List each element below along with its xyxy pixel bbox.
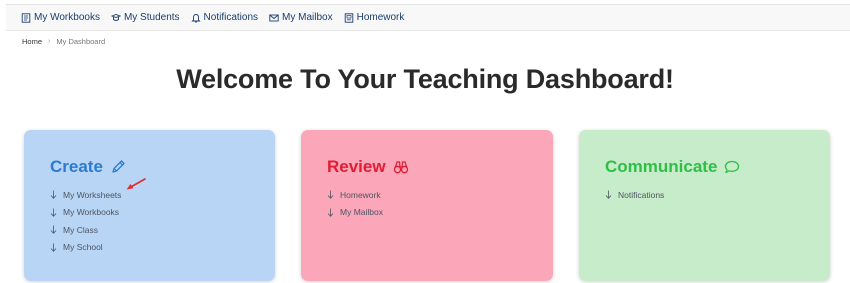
breadcrumb: Home › My Dashboard	[22, 37, 105, 46]
arrow-down-icon	[605, 190, 614, 200]
link-label: My Workbooks	[63, 207, 120, 218]
pencil-icon	[110, 159, 126, 175]
arrow-down-icon	[327, 208, 336, 217]
link-label: Notifications	[618, 189, 665, 200]
card-title: Review	[327, 157, 386, 176]
nav-label: My Students	[123, 12, 180, 23]
nav-my-students[interactable]: My Students	[110, 12, 180, 23]
breadcrumb-current: My Dashboard	[56, 37, 106, 46]
communicate-card-header: Communicate	[605, 156, 830, 178]
link-my-school[interactable]: My School	[50, 239, 275, 257]
review-card-header: Review	[327, 156, 553, 178]
link-label: My Mailbox	[340, 207, 383, 218]
nav-notifications[interactable]: Notifications	[190, 12, 259, 23]
nav-label: Homework	[356, 12, 405, 23]
arrow-down-icon	[50, 208, 59, 217]
nav-homework[interactable]: Homework	[344, 12, 405, 23]
review-card: Review Homework My Mailbox	[301, 130, 553, 281]
communicate-links: Notifications	[605, 186, 830, 204]
workbook-icon	[21, 12, 31, 23]
card-title: Create	[50, 157, 103, 176]
arrow-down-icon	[50, 243, 59, 252]
arrow-down-icon	[50, 190, 59, 200]
top-nav: My Workbooks My Students Notifications M…	[6, 4, 850, 31]
breadcrumb-home[interactable]: Home	[22, 37, 42, 46]
link-label: My Class	[63, 224, 98, 235]
review-links: Homework My Mailbox	[327, 186, 553, 221]
homework-icon	[344, 12, 354, 23]
link-label: My School	[63, 242, 103, 253]
link-my-mailbox[interactable]: My Mailbox	[327, 204, 553, 222]
create-card: Create My Worksheets My Workbooks My Cla…	[24, 130, 275, 281]
bell-icon	[190, 13, 201, 23]
card-title: Communicate	[605, 157, 718, 176]
link-my-worksheets[interactable]: My Worksheets	[50, 186, 275, 204]
link-notifications[interactable]: Notifications	[605, 186, 830, 204]
link-my-workbooks[interactable]: My Workbooks	[50, 204, 275, 222]
red-pointer-arrow-icon	[126, 178, 146, 190]
link-label: My Worksheets	[63, 189, 122, 200]
nav-my-mailbox[interactable]: My Mailbox	[269, 12, 333, 23]
link-my-class[interactable]: My Class	[50, 221, 275, 239]
communicate-card: Communicate Notifications	[579, 130, 830, 281]
nav-label: My Mailbox	[282, 12, 333, 23]
mail-icon	[269, 13, 279, 23]
nav-my-workbooks[interactable]: My Workbooks	[21, 12, 100, 23]
create-card-header: Create	[50, 156, 275, 178]
students-icon	[110, 13, 121, 23]
arrow-down-icon	[327, 190, 336, 200]
page-title: Welcome To Your Teaching Dashboard!	[176, 64, 674, 94]
link-label: Homework	[340, 189, 381, 200]
create-links: My Worksheets My Workbooks My Class My S…	[50, 186, 275, 256]
breadcrumb-separator: ›	[48, 38, 51, 45]
binoculars-icon	[393, 159, 409, 175]
nav-label: Notifications	[203, 12, 259, 23]
speech-bubble-icon	[724, 159, 740, 175]
arrow-down-icon	[50, 225, 59, 235]
nav-label: My Workbooks	[34, 12, 100, 23]
link-homework[interactable]: Homework	[327, 186, 553, 204]
